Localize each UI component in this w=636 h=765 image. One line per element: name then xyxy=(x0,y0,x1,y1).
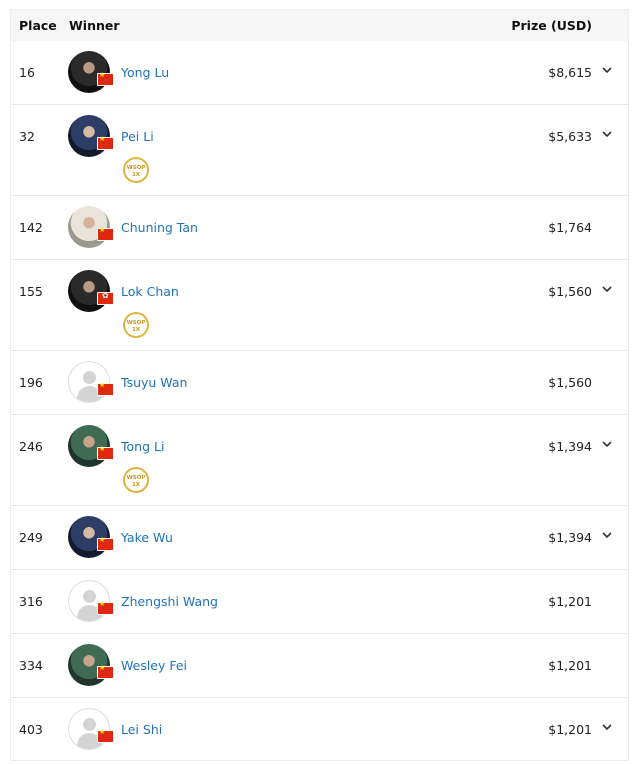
table-row[interactable]: 334 Wesley Fei $1,201 xyxy=(11,634,628,698)
china-flag-icon xyxy=(97,71,114,86)
winner-name-link[interactable]: Lok Chan xyxy=(121,284,179,299)
winner-name-link[interactable]: Tsuyu Wan xyxy=(121,375,187,390)
winner-name-link[interactable]: Wesley Fei xyxy=(121,658,187,673)
china-flag-icon xyxy=(97,600,114,615)
row-place: 316 xyxy=(19,594,43,609)
row-prize: $8,615 xyxy=(548,65,592,80)
row-prize: $1,201 xyxy=(548,722,592,737)
winner-name-link[interactable]: Zhengshi Wang xyxy=(121,594,218,609)
table-row[interactable]: 142 Chuning Tan $1,764 xyxy=(11,196,628,260)
china-flag-icon xyxy=(97,664,114,679)
row-place: 16 xyxy=(19,65,35,80)
table-row[interactable]: 16 Yong Lu $8,615 xyxy=(11,41,628,105)
header-place: Place xyxy=(19,18,57,33)
china-flag-icon xyxy=(97,226,114,241)
china-flag-icon xyxy=(97,536,114,551)
winner-name-link[interactable]: Yong Lu xyxy=(121,65,169,80)
chevron-down-icon[interactable] xyxy=(600,720,614,734)
wsop-ring-badge-icon: WSOP 1X xyxy=(123,312,149,338)
row-prize: $5,633 xyxy=(548,129,592,144)
header-prize: Prize (USD) xyxy=(511,18,592,33)
winner-name-link[interactable]: Yake Wu xyxy=(121,530,173,545)
row-prize: $1,394 xyxy=(548,530,592,545)
winner-name-link[interactable]: Tong Li xyxy=(121,439,164,454)
china-flag-icon xyxy=(97,445,114,460)
row-prize: $1,560 xyxy=(548,284,592,299)
header-winner: Winner xyxy=(69,18,120,33)
table-row[interactable]: 249 Yake Wu $1,394 xyxy=(11,506,628,570)
hong-kong-flag-icon xyxy=(97,291,114,305)
row-prize: $1,394 xyxy=(548,439,592,454)
row-prize: $1,201 xyxy=(548,594,592,609)
wsop-ring-badge-icon: WSOP 1X xyxy=(123,467,149,493)
chevron-down-icon[interactable] xyxy=(600,63,614,77)
row-place: 403 xyxy=(19,722,43,737)
table-row[interactable]: 155 Lok Chan $1,560 WSOP1X xyxy=(11,260,628,351)
row-place: 334 xyxy=(19,658,43,673)
china-flag-icon xyxy=(97,381,114,396)
table-row[interactable]: 196 Tsuyu Wan $1,560 xyxy=(11,351,628,415)
row-place: 155 xyxy=(19,284,43,299)
row-place: 249 xyxy=(19,530,43,545)
winner-name-link[interactable]: Chuning Tan xyxy=(121,220,198,235)
row-place: 32 xyxy=(19,129,35,144)
winner-name-link[interactable]: Pei Li xyxy=(121,129,154,144)
row-prize: $1,764 xyxy=(548,220,592,235)
chevron-down-icon[interactable] xyxy=(600,437,614,451)
row-place: 196 xyxy=(19,375,43,390)
china-flag-icon xyxy=(97,135,114,150)
chevron-down-icon[interactable] xyxy=(600,528,614,542)
table-header: Place Winner Prize (USD) xyxy=(11,10,628,41)
china-flag-icon xyxy=(97,728,114,743)
chevron-down-icon[interactable] xyxy=(600,282,614,296)
chevron-down-icon[interactable] xyxy=(600,127,614,141)
wsop-ring-badge-icon: WSOP 1X xyxy=(123,157,149,183)
winner-name-link[interactable]: Lei Shi xyxy=(121,722,162,737)
table-row[interactable]: 403 Lei Shi $1,201 xyxy=(11,698,628,762)
row-place: 246 xyxy=(19,439,43,454)
row-prize: $1,201 xyxy=(548,658,592,673)
table-row[interactable]: 316 Zhengshi Wang $1,201 xyxy=(11,570,628,634)
table-row[interactable]: 32 Pei Li $5,633 WSOP1X xyxy=(11,105,628,196)
results-table: Place Winner Prize (USD) 16 Yong Lu $8,6… xyxy=(10,9,629,761)
row-place: 142 xyxy=(19,220,43,235)
table-row[interactable]: 246 Tong Li $1,394 WSOP1X xyxy=(11,415,628,506)
row-prize: $1,560 xyxy=(548,375,592,390)
